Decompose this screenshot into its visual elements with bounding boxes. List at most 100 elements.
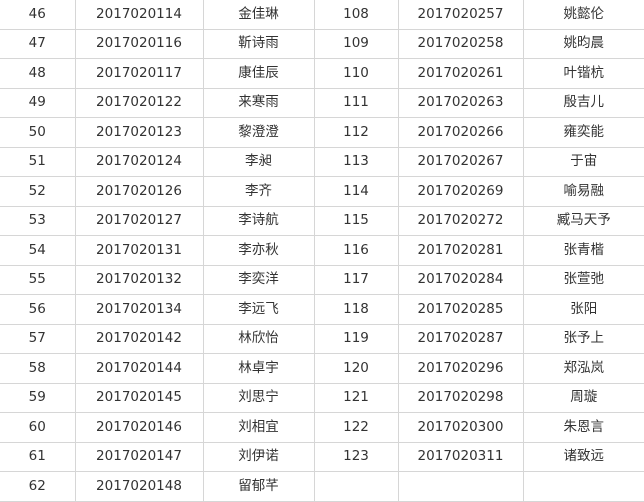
table-row: 48 2017020117 康佳辰 110 2017020261 叶锴杭 bbox=[0, 58, 644, 89]
right-seq-cell: 116 bbox=[313, 235, 399, 266]
right-student-id-cell: 2017020281 bbox=[397, 235, 524, 266]
right-student-name-cell: 朱恩言 bbox=[522, 412, 644, 443]
table-row: 59 2017020145 刘思宁 121 2017020298 周璇 bbox=[0, 382, 644, 413]
right-student-id-cell: 2017020296 bbox=[397, 353, 524, 384]
left-student-id-cell: 2017020147 bbox=[74, 441, 204, 472]
right-student-id-cell: 2017020258 bbox=[397, 28, 524, 59]
table-row: 51 2017020124 李昶 113 2017020267 于宙 bbox=[0, 146, 644, 177]
right-seq-cell: 121 bbox=[313, 382, 399, 413]
left-student-id-cell: 2017020142 bbox=[74, 323, 204, 354]
right-seq-cell: 113 bbox=[313, 146, 399, 177]
left-student-name-cell: 刘思宁 bbox=[202, 382, 315, 413]
right-seq-cell: 119 bbox=[313, 323, 399, 354]
right-seq-cell: 120 bbox=[313, 353, 399, 384]
left-student-id-cell: 2017020123 bbox=[74, 117, 204, 148]
left-seq-cell: 61 bbox=[0, 441, 76, 472]
left-student-id-cell: 2017020132 bbox=[74, 264, 204, 295]
table-row: 46 2017020114 金佳琳 108 2017020257 姚懿伦 bbox=[0, 0, 644, 30]
right-student-name-cell bbox=[522, 471, 644, 502]
right-student-name-cell: 姚懿伦 bbox=[522, 0, 644, 30]
roster-body: 46 2017020114 金佳琳 108 2017020257 姚懿伦 47 2017020… bbox=[0, 0, 644, 502]
right-seq-cell: 109 bbox=[313, 28, 399, 59]
student-roster-table: 46 2017020114 金佳琳 108 2017020257 姚懿伦 47 2017020… bbox=[0, 0, 644, 502]
table-row: 47 2017020116 靳诗雨 109 2017020258 姚昀晨 bbox=[0, 28, 644, 59]
right-student-id-cell: 2017020266 bbox=[397, 117, 524, 148]
right-student-id-cell: 2017020311 bbox=[397, 441, 524, 472]
left-student-id-cell: 2017020126 bbox=[74, 176, 204, 207]
right-seq-cell: 123 bbox=[313, 441, 399, 472]
table-row: 52 2017020126 李齐 114 2017020269 喻易融 bbox=[0, 176, 644, 207]
left-student-name-cell: 李诗航 bbox=[202, 205, 315, 236]
left-student-id-cell: 2017020124 bbox=[74, 146, 204, 177]
table-row: 62 2017020148 留郁芊 bbox=[0, 471, 644, 502]
right-student-id-cell: 2017020298 bbox=[397, 382, 524, 413]
left-student-id-cell: 2017020148 bbox=[74, 471, 204, 502]
right-student-name-cell: 于宙 bbox=[522, 146, 644, 177]
table-row: 55 2017020132 李奕洋 117 2017020284 张萱弛 bbox=[0, 264, 644, 295]
left-student-id-cell: 2017020131 bbox=[74, 235, 204, 266]
left-seq-cell: 60 bbox=[0, 412, 76, 443]
table-row: 49 2017020122 来寒雨 111 2017020263 殷吉儿 bbox=[0, 87, 644, 118]
right-student-name-cell: 叶锴杭 bbox=[522, 58, 644, 89]
table-row: 54 2017020131 李亦秋 116 2017020281 张青楷 bbox=[0, 235, 644, 266]
right-student-id-cell: 2017020269 bbox=[397, 176, 524, 207]
right-seq-cell: 117 bbox=[313, 264, 399, 295]
right-student-name-cell: 周璇 bbox=[522, 382, 644, 413]
table-row: 53 2017020127 李诗航 115 2017020272 臧马天予 bbox=[0, 205, 644, 236]
right-student-name-cell: 臧马天予 bbox=[522, 205, 644, 236]
left-student-name-cell: 刘伊诺 bbox=[202, 441, 315, 472]
left-seq-cell: 57 bbox=[0, 323, 76, 354]
table-row: 56 2017020134 李远飞 118 2017020285 张阳 bbox=[0, 294, 644, 325]
left-seq-cell: 51 bbox=[0, 146, 76, 177]
left-student-id-cell: 2017020146 bbox=[74, 412, 204, 443]
left-student-name-cell: 黎澄澄 bbox=[202, 117, 315, 148]
left-student-name-cell: 康佳辰 bbox=[202, 58, 315, 89]
table-row: 58 2017020144 林卓宇 120 2017020296 郑泓岚 bbox=[0, 353, 644, 384]
right-student-id-cell: 2017020267 bbox=[397, 146, 524, 177]
left-seq-cell: 46 bbox=[0, 0, 76, 30]
left-student-id-cell: 2017020122 bbox=[74, 87, 204, 118]
left-student-id-cell: 2017020117 bbox=[74, 58, 204, 89]
right-student-id-cell bbox=[397, 471, 524, 502]
right-student-name-cell: 郑泓岚 bbox=[522, 353, 644, 384]
right-student-id-cell: 2017020263 bbox=[397, 87, 524, 118]
right-student-id-cell: 2017020300 bbox=[397, 412, 524, 443]
left-seq-cell: 53 bbox=[0, 205, 76, 236]
left-student-id-cell: 2017020116 bbox=[74, 28, 204, 59]
right-student-name-cell: 诸致远 bbox=[522, 441, 644, 472]
right-seq-cell: 115 bbox=[313, 205, 399, 236]
right-student-name-cell: 殷吉儿 bbox=[522, 87, 644, 118]
left-seq-cell: 62 bbox=[0, 471, 76, 502]
left-student-name-cell: 靳诗雨 bbox=[202, 28, 315, 59]
right-seq-cell: 112 bbox=[313, 117, 399, 148]
table-row: 60 2017020146 刘相宜 122 2017020300 朱恩言 bbox=[0, 412, 644, 443]
left-student-id-cell: 2017020127 bbox=[74, 205, 204, 236]
right-student-id-cell: 2017020272 bbox=[397, 205, 524, 236]
table-row: 61 2017020147 刘伊诺 123 2017020311 诸致远 bbox=[0, 441, 644, 472]
right-seq-cell: 111 bbox=[313, 87, 399, 118]
right-student-name-cell: 张阳 bbox=[522, 294, 644, 325]
left-student-name-cell: 李远飞 bbox=[202, 294, 315, 325]
left-student-name-cell: 留郁芊 bbox=[202, 471, 315, 502]
right-seq-cell bbox=[313, 471, 399, 502]
left-seq-cell: 49 bbox=[0, 87, 76, 118]
right-student-id-cell: 2017020287 bbox=[397, 323, 524, 354]
left-student-id-cell: 2017020134 bbox=[74, 294, 204, 325]
left-student-id-cell: 2017020144 bbox=[74, 353, 204, 384]
left-student-name-cell: 金佳琳 bbox=[202, 0, 315, 30]
right-student-name-cell: 姚昀晨 bbox=[522, 28, 644, 59]
left-seq-cell: 47 bbox=[0, 28, 76, 59]
left-seq-cell: 50 bbox=[0, 117, 76, 148]
right-seq-cell: 118 bbox=[313, 294, 399, 325]
right-student-name-cell: 雍奕能 bbox=[522, 117, 644, 148]
left-student-id-cell: 2017020145 bbox=[74, 382, 204, 413]
left-seq-cell: 58 bbox=[0, 353, 76, 384]
left-seq-cell: 54 bbox=[0, 235, 76, 266]
table-row: 57 2017020142 林欣怡 119 2017020287 张予上 bbox=[0, 323, 644, 354]
left-student-name-cell: 林卓宇 bbox=[202, 353, 315, 384]
left-student-name-cell: 李奕洋 bbox=[202, 264, 315, 295]
left-student-id-cell: 2017020114 bbox=[74, 0, 204, 30]
right-student-name-cell: 张萱弛 bbox=[522, 264, 644, 295]
table-row: 50 2017020123 黎澄澄 112 2017020266 雍奕能 bbox=[0, 117, 644, 148]
left-student-name-cell: 李昶 bbox=[202, 146, 315, 177]
